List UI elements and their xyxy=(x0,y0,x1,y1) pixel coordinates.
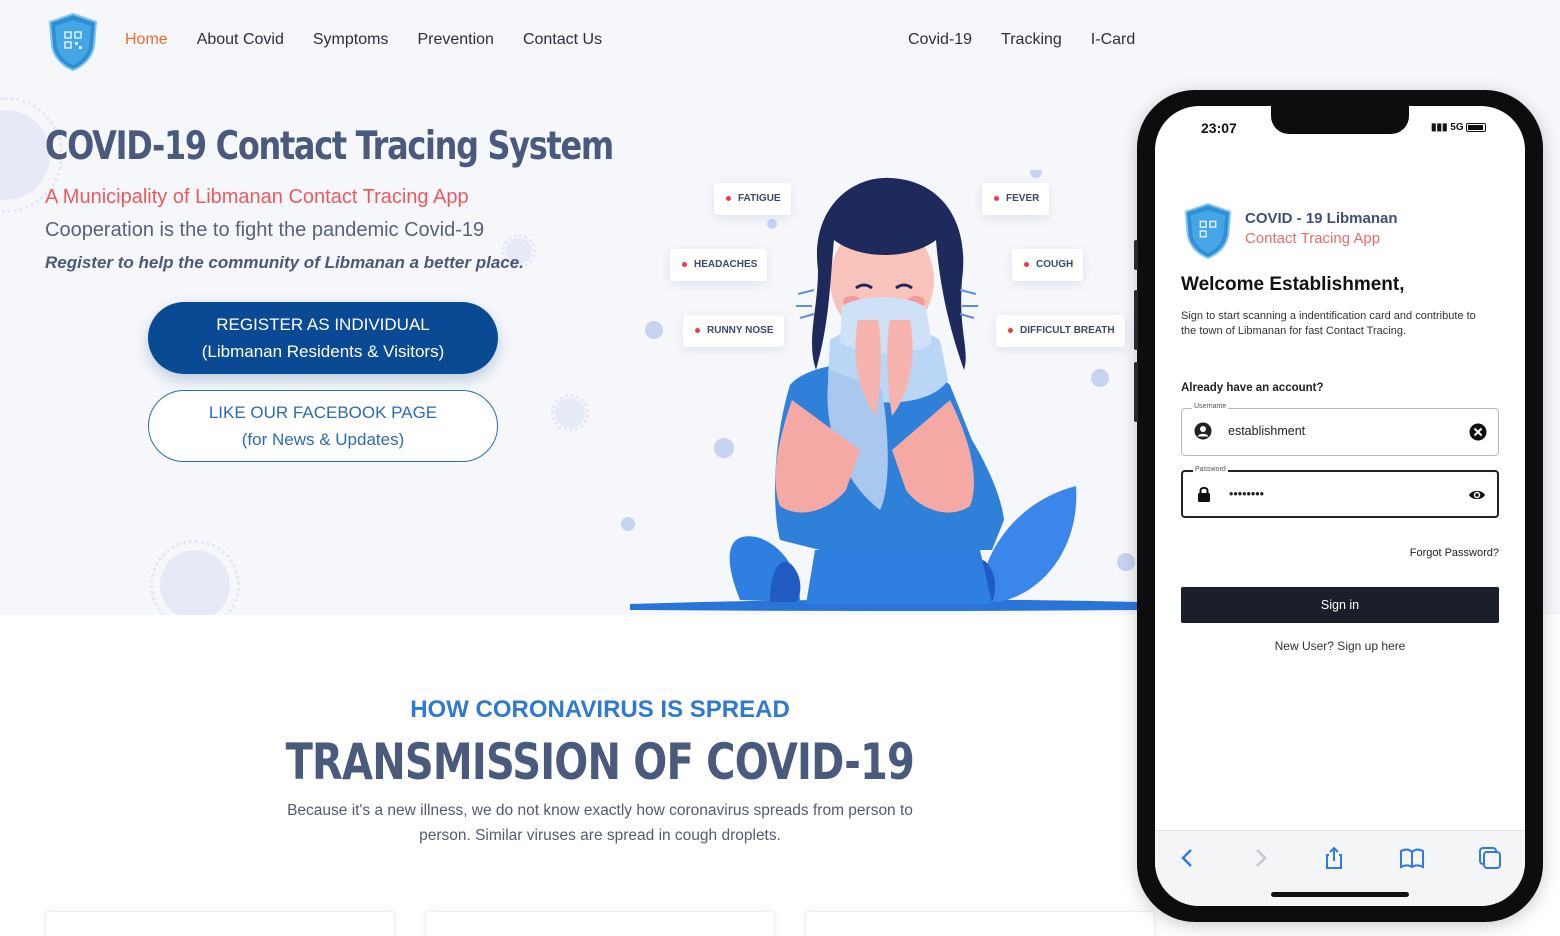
welcome-description: Sign to start scanning a indentification… xyxy=(1181,310,1476,337)
bullet-dot-icon xyxy=(994,195,999,201)
virus-decoration xyxy=(0,97,63,213)
network-label: 5G xyxy=(1450,122,1464,133)
browser-toolbar xyxy=(1155,830,1525,906)
password-value: •••••••• xyxy=(1229,487,1265,501)
home-indicator xyxy=(1271,892,1409,897)
status-indicators: ▮▮▮ 5G xyxy=(1431,122,1487,133)
info-card xyxy=(425,911,775,936)
bookmarks-icon[interactable] xyxy=(1399,845,1425,871)
facebook-button-line2: (for News & Updates) xyxy=(241,430,405,449)
bullet-dot-icon xyxy=(1008,327,1013,333)
password-field[interactable]: Password •••••••• xyxy=(1181,466,1499,518)
facebook-button-line1: LIKE OUR FACEBOOK PAGE xyxy=(208,403,438,422)
symptom-tag-difficult-breath: DIFFICULT BREATH xyxy=(996,315,1125,347)
status-time: 23:07 xyxy=(1201,120,1237,136)
shield-logo-icon xyxy=(48,12,98,72)
bullet-dot-icon xyxy=(682,261,687,267)
app-title: COVID - 19 Libmanan xyxy=(1245,210,1398,227)
password-label: Password xyxy=(1193,466,1228,473)
phone-side-button xyxy=(1134,240,1138,270)
sign-up-link[interactable]: New User? Sign up here xyxy=(1155,639,1525,653)
phone-mockup: 23:07 ▮▮▮ 5G COVID - 19 Libmanan Contact… xyxy=(1134,90,1543,922)
battery-icon xyxy=(1466,122,1487,132)
nav-i-card[interactable]: I-Card xyxy=(1091,31,1135,49)
share-icon[interactable] xyxy=(1321,845,1347,871)
app-subtitle: Contact Tracing App xyxy=(1245,230,1381,247)
virus-decoration xyxy=(550,393,590,433)
user-icon xyxy=(1194,422,1212,440)
sick-woman-illustration xyxy=(621,170,1140,611)
lock-icon xyxy=(1198,486,1210,502)
forgot-password-link[interactable]: Forgot Password? xyxy=(1410,547,1499,559)
virus-decoration xyxy=(150,540,240,615)
nav-tracking[interactable]: Tracking xyxy=(1001,31,1062,49)
signal-icon: ▮▮▮ xyxy=(1431,122,1448,133)
username-label: Username xyxy=(1192,403,1229,410)
bullet-dot-icon xyxy=(1024,261,1029,267)
section-title: TRANSMISSION OF COVID-19 xyxy=(0,733,1200,791)
nav-symptoms[interactable]: Symptoms xyxy=(313,31,389,49)
sign-in-button[interactable]: Sign in xyxy=(1181,587,1499,623)
phone-side-button xyxy=(1134,362,1138,422)
hero-description: Cooperation is the to fight the pandemic… xyxy=(45,219,485,241)
main-nav: Home About Covid Symptoms Prevention Con… xyxy=(125,31,602,49)
hero-title: COVID-19 Contact Tracing System xyxy=(45,124,614,169)
username-value: establishment xyxy=(1228,424,1306,438)
back-icon[interactable] xyxy=(1175,845,1201,871)
section-title-text: TRANSMISSION OF COVID-19 xyxy=(285,733,915,791)
bullet-dot-icon xyxy=(695,327,700,333)
secondary-nav: Covid-19 Tracking I-Card xyxy=(908,31,1135,49)
facebook-page-button[interactable]: LIKE OUR FACEBOOK PAGE (for News & Updat… xyxy=(148,390,498,462)
symptom-tag-runny-nose: RUNNY NOSE xyxy=(683,315,784,347)
welcome-heading: Welcome Establishment, xyxy=(1181,274,1405,295)
symptom-tag-fever: FEVER xyxy=(982,183,1050,215)
app-shield-logo-icon xyxy=(1184,203,1232,260)
nav-prevention[interactable]: Prevention xyxy=(417,31,494,49)
phone-screen: 23:07 ▮▮▮ 5G COVID - 19 Libmanan Contact… xyxy=(1155,106,1525,906)
nav-about-covid[interactable]: About Covid xyxy=(197,31,284,49)
info-card xyxy=(45,911,395,936)
hero-emphasis: Register to help the community of Libman… xyxy=(45,253,524,272)
section-description: Because it's a new illness, we do not kn… xyxy=(287,802,913,844)
forward-icon[interactable] xyxy=(1247,845,1273,871)
section-eyebrow: HOW CORONAVIRUS IS SPREAD xyxy=(410,696,790,723)
nav-home[interactable]: Home xyxy=(125,31,168,49)
info-card xyxy=(805,911,1155,936)
tabs-icon[interactable] xyxy=(1477,845,1503,871)
already-account-label: Already have an account? xyxy=(1181,382,1324,394)
register-individual-button[interactable]: REGISTER AS INDIVIDUAL (Libmanan Residen… xyxy=(148,302,498,374)
eye-icon[interactable] xyxy=(1468,486,1486,504)
bullet-dot-icon xyxy=(726,195,731,201)
register-button-line1: REGISTER AS INDIVIDUAL xyxy=(216,315,430,334)
nav-covid-19[interactable]: Covid-19 xyxy=(908,31,972,49)
phone-notch xyxy=(1271,106,1409,134)
username-field[interactable]: Username establishment xyxy=(1181,403,1499,456)
phone-side-button xyxy=(1134,290,1138,350)
clear-icon[interactable] xyxy=(1469,423,1487,441)
hero-subtitle: A Municipality of Libmanan Contact Traci… xyxy=(45,186,469,208)
register-button-line2: (Libmanan Residents & Visitors) xyxy=(201,342,445,361)
site-logo[interactable] xyxy=(46,12,100,72)
symptom-tag-cough: COUGH xyxy=(1012,249,1084,281)
symptom-tag-headaches: HEADACHES xyxy=(670,249,768,281)
nav-contact-us[interactable]: Contact Us xyxy=(523,31,602,49)
symptom-tag-fatigue: FATIGUE xyxy=(714,183,791,215)
